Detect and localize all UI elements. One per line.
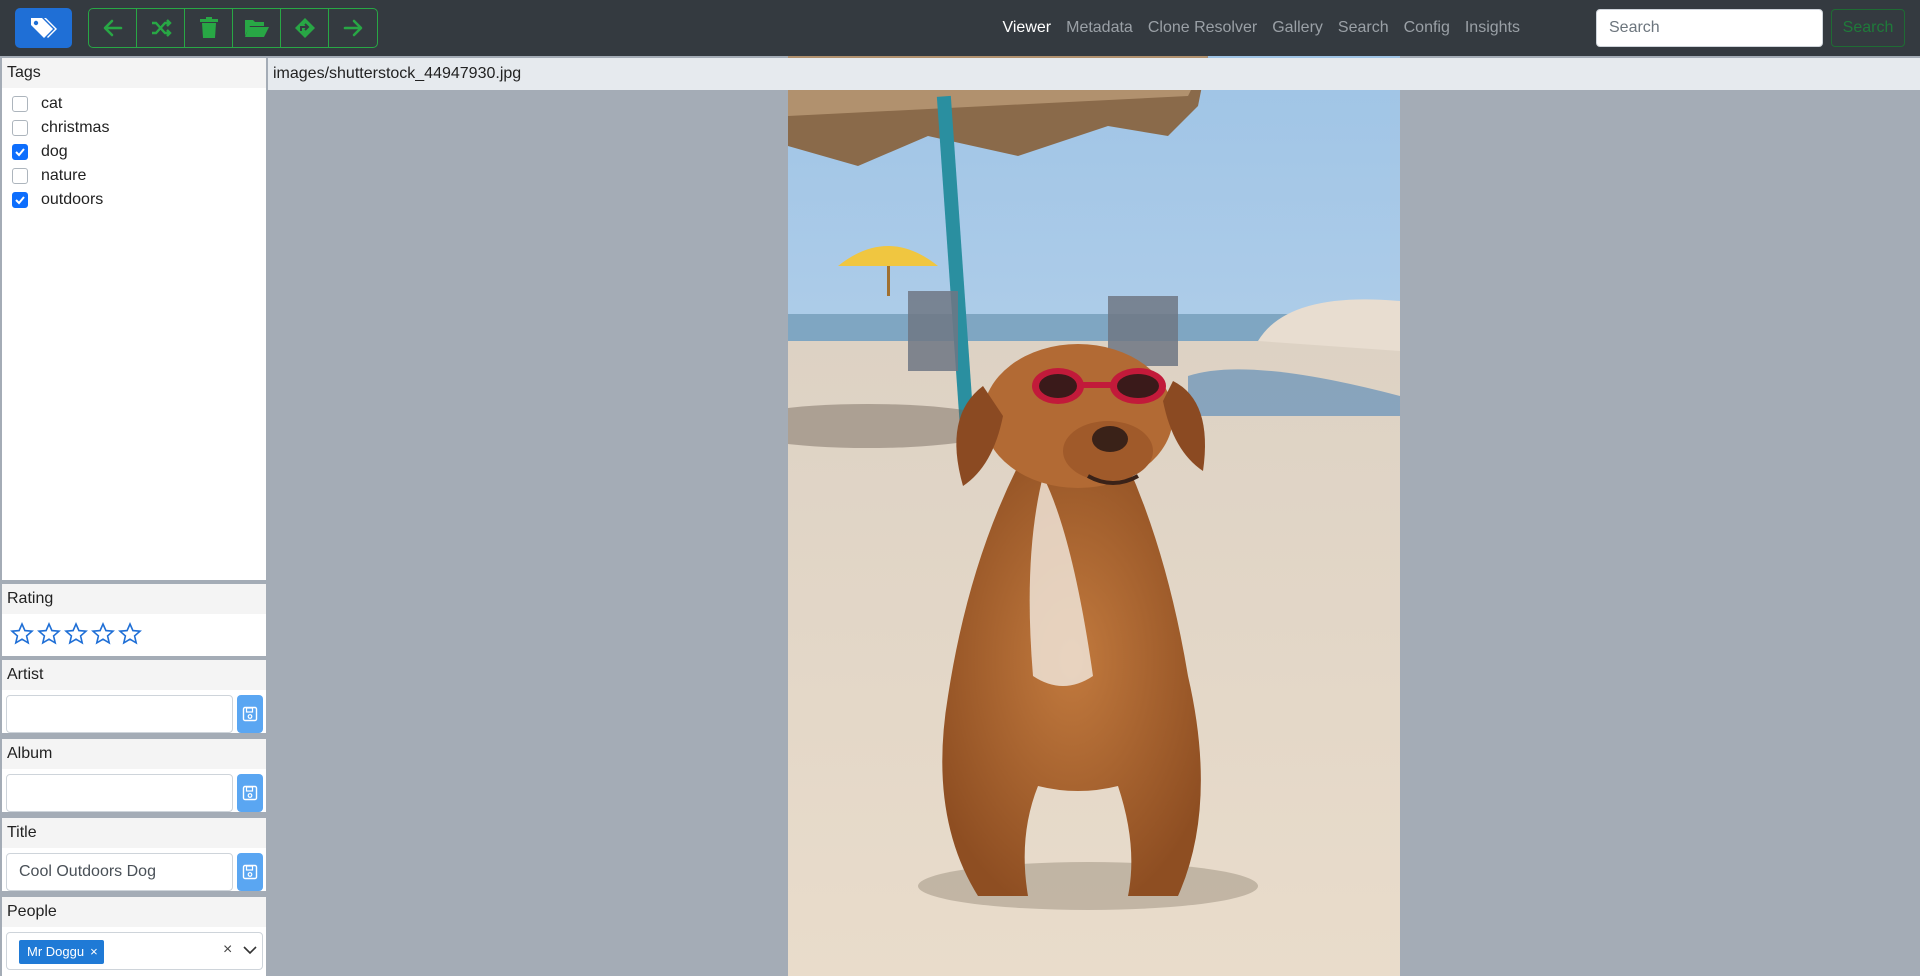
check-icon: [15, 196, 25, 205]
tag-checkbox[interactable]: [12, 168, 28, 184]
album-header: Album: [2, 739, 266, 769]
delete-button[interactable]: [185, 9, 233, 47]
search-button[interactable]: Search: [1831, 9, 1905, 47]
nav-link-config[interactable]: Config: [1404, 19, 1450, 37]
nav-link-insights[interactable]: Insights: [1465, 19, 1520, 37]
nav-links: Viewer Metadata Clone Resolver Gallery S…: [987, 0, 1520, 56]
artist-save-button[interactable]: [237, 695, 263, 733]
title-input[interactable]: [6, 853, 233, 891]
people-multiselect[interactable]: Mr Doggu × ×: [6, 932, 263, 970]
star-icon[interactable]: [35, 620, 62, 647]
folder-open-icon: [244, 20, 269, 37]
people-tag-label: Mr Doggu: [27, 944, 85, 959]
check-icon: [15, 148, 25, 157]
viewer-image[interactable]: [788, 56, 1400, 976]
tag-label: nature: [41, 167, 87, 184]
tag-checkbox[interactable]: [12, 96, 28, 112]
tags-header: Tags: [2, 58, 266, 88]
tag-item-christmas[interactable]: christmas: [2, 116, 266, 140]
artist-input[interactable]: [6, 695, 233, 733]
search-input[interactable]: [1596, 9, 1823, 47]
arrow-right-icon: [343, 19, 363, 37]
dog-photo: [788, 56, 1400, 976]
arrow-left-icon: [103, 19, 122, 37]
nav-link-search[interactable]: Search: [1338, 19, 1389, 37]
album-panel: Album: [2, 739, 266, 812]
save-icon: [242, 864, 258, 880]
tag-item-dog[interactable]: dog: [2, 140, 266, 164]
previous-button[interactable]: [89, 9, 137, 47]
title-panel: Title: [2, 818, 266, 891]
rating-panel: Rating: [2, 584, 266, 656]
open-folder-button[interactable]: [233, 9, 281, 47]
album-input[interactable]: [6, 774, 233, 812]
star-icon[interactable]: [89, 620, 116, 647]
tag-item-nature[interactable]: nature: [2, 164, 266, 188]
trash-icon: [199, 17, 218, 38]
tag-item-outdoors[interactable]: outdoors: [2, 188, 266, 212]
people-header: People: [2, 897, 266, 927]
people-tag: Mr Doggu ×: [19, 940, 104, 964]
title-save-button[interactable]: [237, 853, 263, 891]
nav-link-gallery[interactable]: Gallery: [1272, 19, 1323, 37]
brand-logo[interactable]: [15, 8, 72, 48]
save-icon: [242, 706, 258, 722]
album-save-button[interactable]: [237, 774, 263, 812]
tag-label: outdoors: [41, 191, 104, 208]
next-button[interactable]: [329, 9, 377, 47]
artist-header: Artist: [2, 660, 266, 690]
tag-item-cat[interactable]: cat: [2, 92, 266, 116]
rating-stars: [2, 614, 266, 647]
image-path: images/shutterstock_44947930.jpg: [268, 58, 1920, 90]
nav-link-viewer[interactable]: Viewer: [1002, 19, 1051, 37]
sign-turn-icon: [294, 18, 315, 38]
title-header: Title: [2, 818, 266, 848]
tags-icon: [30, 18, 57, 38]
random-button[interactable]: [137, 9, 185, 47]
remove-tag-icon[interactable]: ×: [90, 944, 98, 959]
tag-label: cat: [41, 95, 63, 112]
tag-label: christmas: [41, 119, 110, 136]
tag-checkbox[interactable]: [12, 120, 28, 136]
tags-panel: Tags cat christmas dog nature outdoors: [2, 58, 266, 580]
nav-link-clone-resolver[interactable]: Clone Resolver: [1148, 19, 1257, 37]
chevron-down-icon[interactable]: [243, 945, 257, 955]
people-panel: People Mr Doggu × ×: [2, 897, 266, 976]
nav-link-metadata[interactable]: Metadata: [1066, 19, 1133, 37]
shuffle-icon: [151, 19, 172, 37]
toolbar-button-group: [88, 8, 378, 48]
tag-checkbox[interactable]: [12, 144, 28, 160]
navbar: Viewer Metadata Clone Resolver Gallery S…: [0, 0, 1920, 56]
move-button[interactable]: [281, 9, 329, 47]
save-icon: [242, 785, 258, 801]
tag-label: dog: [41, 143, 68, 160]
star-icon[interactable]: [8, 620, 35, 647]
star-icon[interactable]: [116, 620, 143, 647]
tag-checkbox[interactable]: [12, 192, 28, 208]
artist-panel: Artist: [2, 660, 266, 733]
clear-icon[interactable]: ×: [223, 941, 232, 959]
rating-header: Rating: [2, 584, 266, 614]
star-icon[interactable]: [62, 620, 89, 647]
